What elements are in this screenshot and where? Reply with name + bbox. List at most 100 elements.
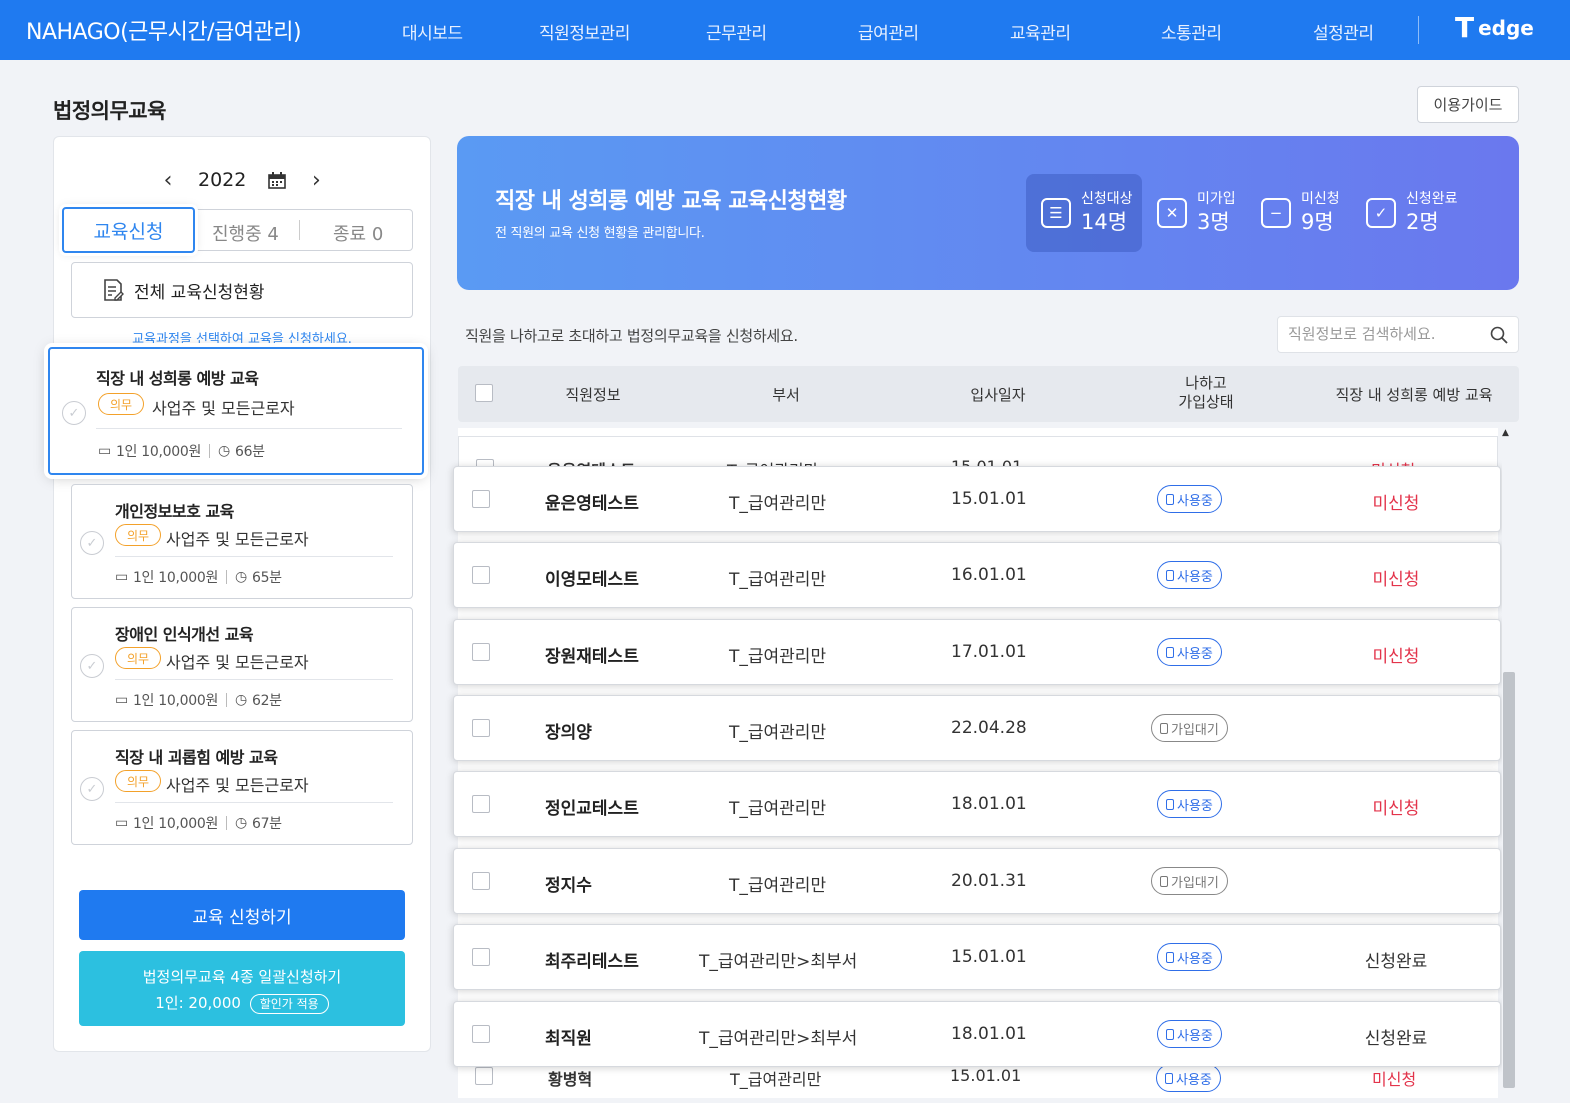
clock-icon: ◷	[235, 815, 247, 831]
employee-name: 황병혁	[548, 1070, 593, 1089]
nav-employee-info[interactable]: 직원정보관리	[539, 19, 630, 44]
course-target: 사업주 및 모든근로자	[166, 776, 309, 795]
bulk-apply-price: 1인: 20,000	[155, 994, 241, 1012]
employee-name: 장원재테스트	[545, 647, 639, 667]
all-status-label: 전체 교육신청현황	[134, 282, 265, 303]
all-status-button[interactable]: 전체 교육신청현황	[71, 262, 413, 318]
prev-year-icon[interactable]: ‹	[160, 168, 176, 193]
row-checkbox[interactable]	[472, 872, 490, 890]
course-apply-state: 미신청	[1372, 647, 1420, 667]
row-checkbox[interactable]	[472, 719, 490, 737]
stat-not-applied[interactable]: − 미신청 9명	[1261, 174, 1361, 252]
tab-done[interactable]: 종료 0	[333, 220, 383, 246]
employee-dept: T_급여관리만	[729, 570, 827, 590]
banner-title: 직장 내 성희롱 예방 교육 교육신청현황	[495, 189, 847, 214]
join-status-pill: 사용중	[1156, 1064, 1221, 1092]
search-icon[interactable]	[1490, 326, 1508, 344]
next-year-icon[interactable]: ›	[308, 168, 324, 193]
scroll-up-icon[interactable]: ▲	[1502, 428, 1509, 438]
check-circle-icon[interactable]: ✓	[80, 531, 104, 555]
table-row[interactable]: 정지수 T_급여관리만 20.01.31 가입대기	[453, 848, 1501, 914]
scrollbar-thumb[interactable]	[1503, 672, 1515, 1088]
employee-hire-date: 18.01.01	[951, 1024, 1027, 1044]
join-status-pill: 사용중	[1157, 790, 1222, 818]
table-row[interactable]: 윤은영테스트 T_급여관리만 15.01.01 사용중 미신청	[453, 466, 1501, 532]
tab-in-progress[interactable]: 진행중 4	[212, 220, 279, 246]
stat-unregistered[interactable]: ✕ 미가입 3명	[1157, 174, 1257, 252]
stat-applicants[interactable]: ☰ 신청대상 14명	[1026, 174, 1142, 252]
employee-hire-date: 16.01.01	[951, 565, 1027, 585]
course-card[interactable]: 직장 내 성희롱 예방 교육 의무 사업주 및 모든근로자 ✓ ▭ 1인 10,…	[48, 347, 424, 475]
join-status-pill: 사용중	[1157, 638, 1222, 666]
x-box-icon: ✕	[1157, 198, 1187, 228]
nav-dashboard[interactable]: 대시보드	[402, 19, 463, 44]
table-row: 황병혁 T_급여관리만 15.01.01 사용중 미신청	[458, 1064, 1498, 1098]
employee-hire-date: 15.01.01	[951, 947, 1027, 967]
brand-title[interactable]: NAHAGO(근무시간/급여관리)	[26, 14, 302, 46]
list-icon: ☰	[1041, 198, 1071, 228]
row-checkbox[interactable]	[472, 795, 490, 813]
nav-payroll[interactable]: 급여관리	[858, 19, 919, 44]
check-circle-icon[interactable]: ✓	[80, 654, 104, 678]
employee-hire-date: 15.01.01	[951, 457, 1022, 466]
join-status-pill: 사용중	[1157, 1020, 1222, 1048]
table-row[interactable]: 장원재테스트 T_급여관리만 17.01.01 사용중 미신청	[453, 619, 1501, 685]
clock-icon: ◷	[235, 692, 247, 708]
row-checkbox[interactable]	[472, 1025, 490, 1043]
stat-value: 3명	[1197, 210, 1230, 234]
check-circle-icon[interactable]: ✓	[62, 401, 86, 425]
nav-settings[interactable]: 설정관리	[1313, 19, 1374, 44]
course-duration: 67분	[251, 816, 282, 832]
employee-dept: T_급여관리만	[730, 1070, 822, 1089]
course-title: 직장 내 성희롱 예방 교육	[96, 369, 259, 388]
employee-hire-date: 18.01.01	[951, 794, 1027, 814]
row-checkbox[interactable]	[472, 566, 490, 584]
course-price: 1인 10,000원	[115, 444, 202, 460]
check-circle-icon[interactable]: ✓	[80, 777, 104, 801]
nav-communication[interactable]: 소통관리	[1161, 19, 1222, 44]
calendar-icon[interactable]	[268, 171, 287, 189]
nav-work[interactable]: 근무관리	[706, 19, 767, 44]
table-row[interactable]: 최주리테스트 T_급여관리만>최부서 15.01.01 사용중 신청완료	[453, 924, 1501, 990]
row-checkbox[interactable]	[472, 948, 490, 966]
search-input[interactable]	[1288, 325, 1478, 343]
course-card[interactable]: 장애인 인식개선 교육 의무 사업주 및 모든근로자 ✓ ▭ 1인 10,000…	[71, 607, 413, 722]
join-status-text: 사용중	[1177, 1028, 1213, 1044]
course-apply-state: 미신청	[1371, 457, 1415, 466]
table-row: 윤은영테스트 T_급여관리만 15.01.01 미신청	[458, 436, 1498, 466]
table-row[interactable]: 정인교테스트 T_급여관리만 18.01.01 사용중 미신청	[453, 771, 1501, 837]
nav-education[interactable]: 교육관리	[1010, 19, 1071, 44]
row-checkbox[interactable]	[472, 643, 490, 661]
row-checkbox[interactable]	[475, 1067, 493, 1085]
row-checkbox[interactable]	[476, 459, 494, 466]
col-employee-info: 직원정보	[565, 386, 621, 404]
phone-icon	[1166, 1028, 1174, 1040]
row-checkbox[interactable]	[472, 490, 490, 508]
select-all-checkbox[interactable]	[475, 384, 493, 402]
stat-value: 2명	[1406, 210, 1439, 234]
course-card[interactable]: 개인정보보호 교육 의무 사업주 및 모든근로자 ✓ ▭ 1인 10,000원 …	[71, 484, 413, 599]
stat-applied[interactable]: ✓ 신청완료 2명	[1366, 174, 1476, 252]
course-card[interactable]: 직장 내 괴롭힘 예방 교육 의무 사업주 및 모든근로자 ✓ ▭ 1인 10,…	[71, 730, 413, 845]
employee-dept: T_급여관리만	[727, 457, 818, 466]
table-description: 직원을 나하고로 초대하고 법정의무교육을 신청하세요.	[465, 327, 798, 345]
card-divider	[115, 679, 393, 680]
table-row[interactable]: 장의양 T_급여관리만 22.04.28 가입대기	[453, 695, 1501, 761]
table-row[interactable]: 이영모테스트 T_급여관리만 16.01.01 사용중 미신청	[453, 542, 1501, 608]
year-label: 2022	[198, 169, 247, 191]
clock-icon: ◷	[218, 443, 230, 459]
partner-logo[interactable]: T edge	[1455, 14, 1534, 42]
employee-hire-date: 20.01.31	[951, 871, 1027, 891]
employee-dept: T_급여관리만>최부서	[699, 952, 858, 972]
course-title: 장애인 인식개선 교육	[115, 625, 254, 644]
course-apply-state: 미신청	[1372, 570, 1420, 590]
guide-button[interactable]: 이용가이드	[1417, 86, 1519, 123]
card-payment-icon: ▭	[115, 569, 128, 585]
banner-subtitle: 전 직원의 교육 신청 현황을 관리합니다.	[495, 226, 705, 241]
table-row[interactable]: 최직원 T_급여관리만>최부서 18.01.01 사용중 신청완료	[453, 1001, 1501, 1067]
col-join-status-line2: 가입상태	[1178, 393, 1234, 411]
join-status-text: 가입대기	[1171, 722, 1219, 738]
tab-apply[interactable]: 교육신청	[62, 207, 195, 253]
bulk-apply-button[interactable]: 법정의무교육 4종 일괄신청하기 1인: 20,000 할인가 적용	[79, 951, 405, 1026]
apply-course-button[interactable]: 교육 신청하기	[79, 890, 405, 940]
